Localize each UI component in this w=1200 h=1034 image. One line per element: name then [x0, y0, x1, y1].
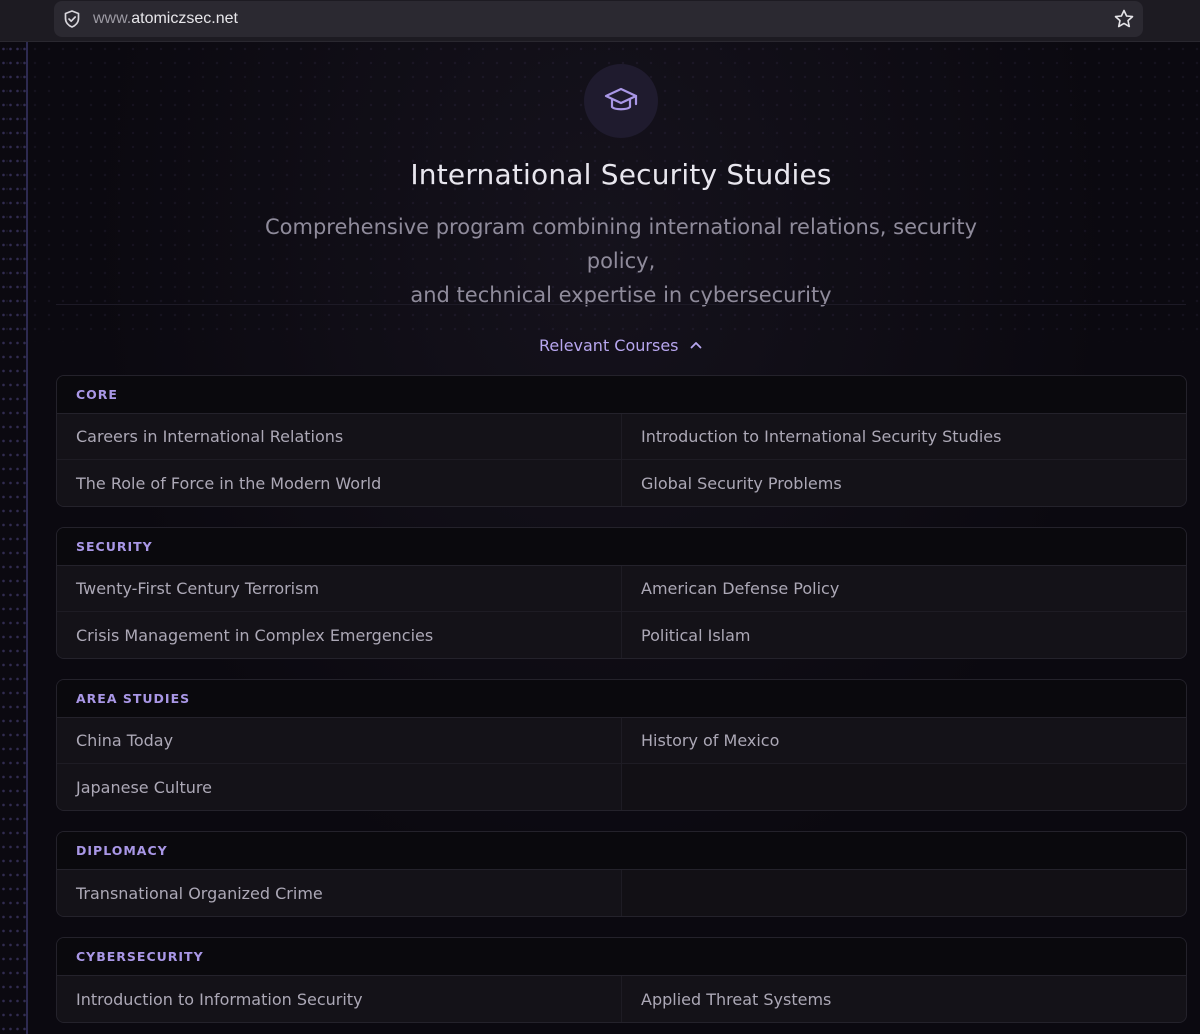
url-text[interactable]: www.atomiczsec.net — [93, 10, 238, 28]
course-group-area-studies: AREA STUDIES China Today History of Mexi… — [56, 679, 1187, 811]
group-header: AREA STUDIES — [57, 680, 1186, 718]
course-item[interactable]: History of Mexico — [622, 718, 1186, 764]
course-group-security: SECURITY Twenty-First Century Terrorism … — [56, 527, 1187, 659]
course-item[interactable]: The Role of Force in the Modern World — [57, 460, 622, 506]
course-item[interactable]: Introduction to Information Security — [57, 976, 622, 1022]
subtitle-line-2: and technical expertise in cybersecurity — [410, 283, 832, 307]
group-header: DIPLOMACY — [57, 832, 1186, 870]
course-item[interactable]: Transnational Organized Crime — [57, 870, 622, 916]
url-prefix: www. — [93, 10, 132, 27]
subtitle-line-1: Comprehensive program combining internat… — [264, 215, 978, 273]
course-item[interactable]: China Today — [57, 718, 622, 764]
course-item[interactable]: Political Islam — [622, 612, 1186, 658]
url-host: atomiczsec.net — [131, 10, 238, 27]
course-item[interactable]: Crisis Management in Complex Emergencies — [57, 612, 622, 658]
course-item[interactable]: Careers in International Relations — [57, 414, 622, 460]
shield-icon[interactable] — [62, 9, 82, 29]
relevant-courses-label: Relevant Courses — [539, 335, 679, 355]
section-divider — [56, 304, 1186, 305]
relevant-courses-toggle[interactable]: Relevant Courses — [539, 333, 703, 357]
group-header: CYBERSECURITY — [57, 938, 1186, 976]
program-icon-badge — [584, 64, 658, 138]
course-item[interactable]: Global Security Problems — [622, 460, 1186, 506]
course-item[interactable]: Applied Threat Systems — [622, 976, 1186, 1022]
course-item[interactable]: Japanese Culture — [57, 764, 622, 810]
group-header: CORE — [57, 376, 1186, 414]
course-item[interactable]: American Defense Policy — [622, 566, 1186, 612]
graduation-cap-icon — [604, 87, 638, 111]
course-item[interactable]: Twenty-First Century Terrorism — [57, 566, 622, 612]
course-group-cybersecurity: CYBERSECURITY Introduction to Informatio… — [56, 937, 1187, 1023]
browser-toolbar: www.atomiczsec.net — [0, 0, 1200, 42]
empty-cell — [622, 870, 1186, 916]
course-item[interactable]: Introduction to International Security S… — [622, 414, 1186, 460]
bookmark-star-icon[interactable] — [1113, 8, 1135, 30]
page-subtitle: Comprehensive program combining internat… — [230, 210, 1012, 312]
page-content: International Security Studies Comprehen… — [0, 42, 1200, 1034]
group-header: SECURITY — [57, 528, 1186, 566]
page-title: International Security Studies — [410, 158, 832, 191]
course-group-core: CORE Careers in International Relations … — [56, 375, 1187, 507]
empty-cell — [622, 764, 1186, 810]
course-group-diplomacy: DIPLOMACY Transnational Organized Crime — [56, 831, 1187, 917]
address-bar[interactable]: www.atomiczsec.net — [54, 1, 1143, 37]
chevron-up-icon — [690, 342, 701, 349]
